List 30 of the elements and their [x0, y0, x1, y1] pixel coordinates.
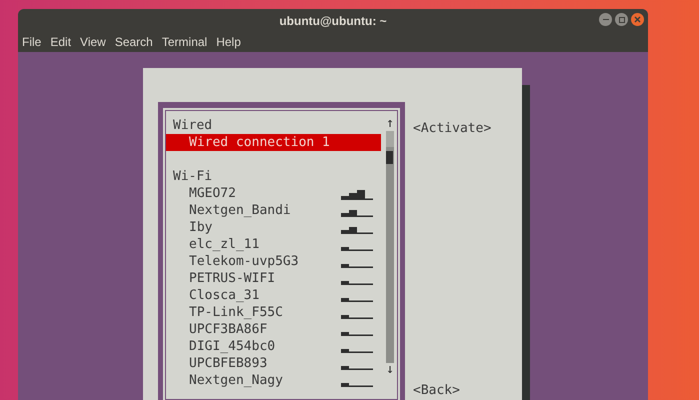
network-item[interactable]: TP-Link_F55C [166, 304, 381, 321]
scrollbar[interactable] [386, 131, 394, 363]
minimize-icon[interactable] [599, 13, 612, 26]
menu-item[interactable]: View [80, 33, 106, 51]
menu-item[interactable]: Search [114, 33, 153, 51]
menu-item[interactable]: Help [216, 33, 241, 51]
network-item[interactable]: UPCF3BA86F [166, 321, 381, 338]
network-item[interactable]: Iby [166, 219, 381, 236]
menu-item[interactable]: File [22, 33, 42, 51]
network-item[interactable]: PETRUS-WIFI [166, 270, 381, 287]
network-item[interactable]: Closca_31 [166, 287, 381, 304]
close-icon[interactable] [631, 13, 644, 26]
scroll-down-arrow[interactable]: ↓ [386, 363, 394, 377]
network-item[interactable]: Nextgen_Nagy [166, 372, 381, 389]
section-header: Wired [172, 117, 214, 134]
menu-item[interactable]: Terminal [162, 33, 208, 51]
network-item[interactable]: Nextgen_Bandi [166, 202, 381, 219]
window-title: ubuntu@ubuntu: ~ [279, 12, 387, 30]
network-item[interactable]: Telekom-uvp5G3 [166, 253, 381, 270]
scroll-up-arrow[interactable]: ↑ [386, 117, 394, 131]
network-item[interactable]: elc_zl_11 [166, 236, 381, 253]
section-header: Wi-Fi [172, 168, 214, 185]
network-item[interactable]: MGEO72 [166, 185, 381, 202]
network-item[interactable]: UPCBFEB893 [166, 355, 381, 372]
network-item[interactable]: DIGI_454bc0 [166, 338, 381, 355]
network-item[interactable]: Wired connection 1 [166, 134, 381, 151]
menu-item[interactable]: Edit [50, 33, 72, 51]
dialog-button[interactable]: <Back> [413, 382, 492, 399]
dialog-button[interactable]: <Activate> [413, 120, 492, 137]
maximize-icon[interactable] [615, 13, 628, 26]
